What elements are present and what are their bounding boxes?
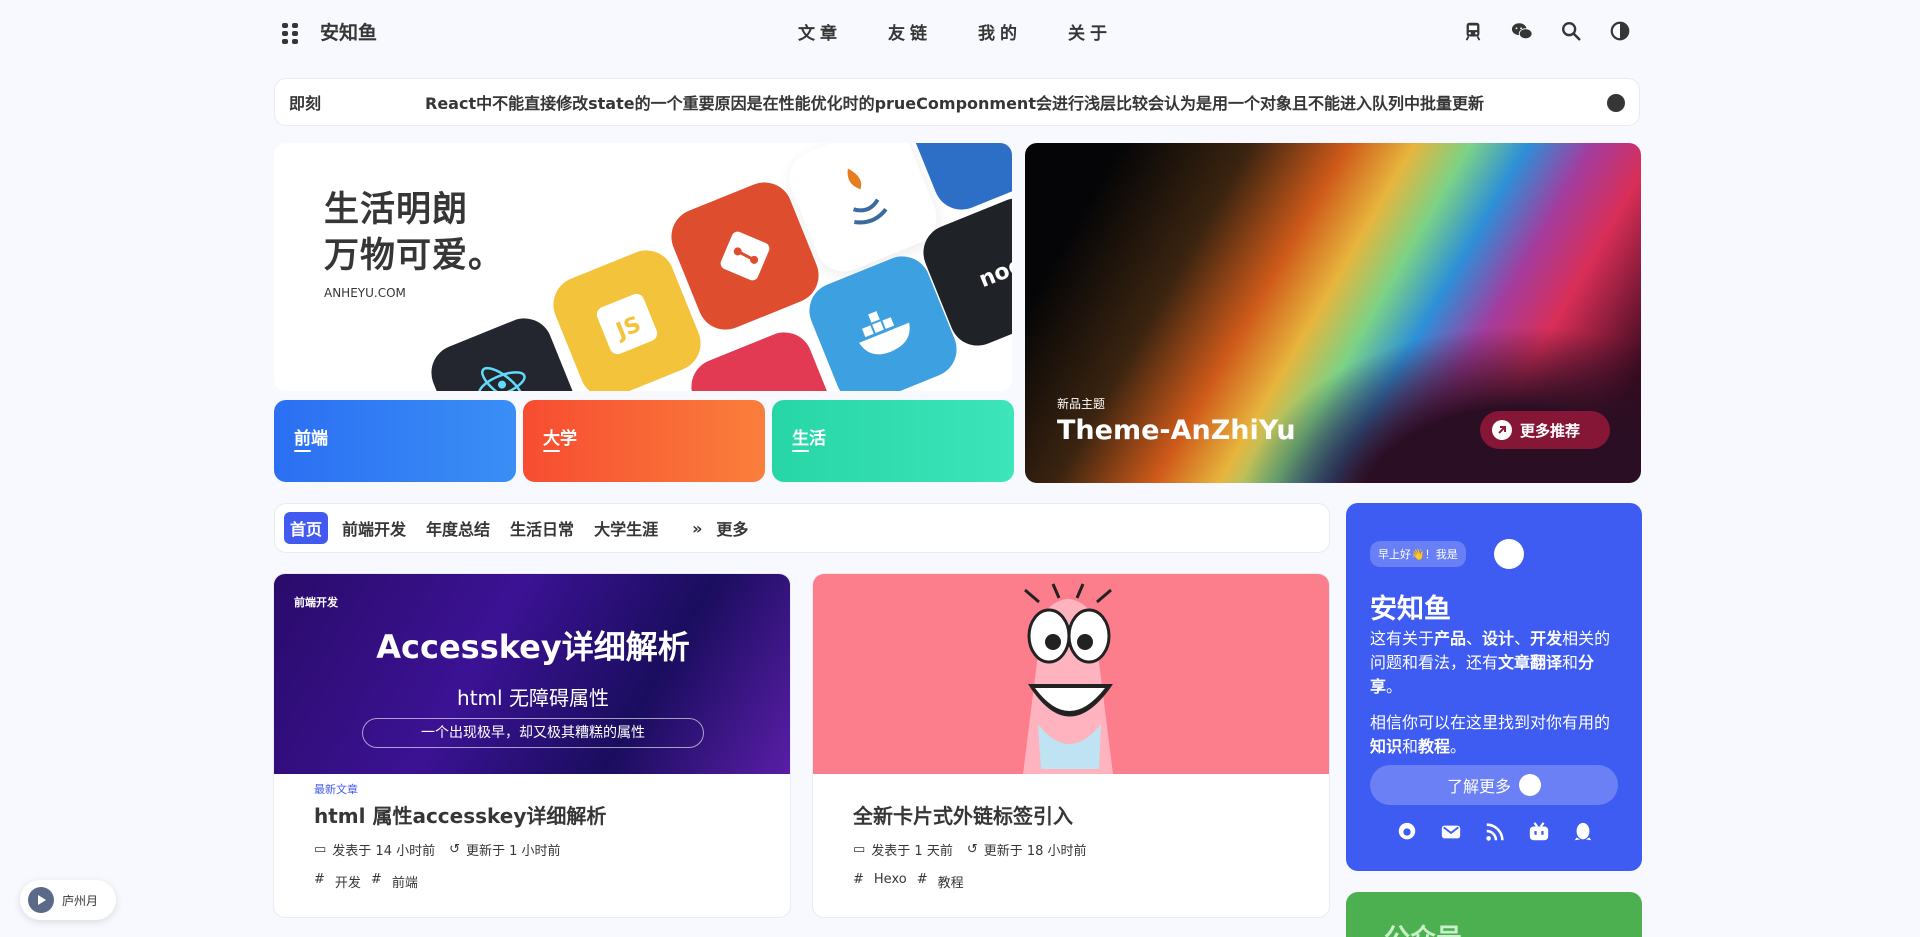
tab-home[interactable]: 首页 bbox=[284, 512, 329, 544]
arrow-up-right-icon bbox=[1492, 420, 1512, 440]
wechat-card-title: 公众号 bbox=[1384, 918, 1462, 937]
featured-subtitle: 新品主题 bbox=[1057, 397, 1106, 411]
post-tags: # Hexo # 教程 bbox=[853, 872, 964, 891]
hero-site-url: ANHEYU.COM bbox=[324, 286, 406, 300]
wechat-icon[interactable] bbox=[1511, 20, 1533, 42]
menu-item-articles[interactable]: 文章 bbox=[798, 19, 842, 44]
featured-title[interactable]: Theme-AnZhiYu bbox=[1057, 415, 1296, 446]
arrow-up-right-icon bbox=[1519, 774, 1541, 796]
hash-icon: # bbox=[916, 872, 928, 887]
menu-item-mine[interactable]: 我的 bbox=[978, 19, 1022, 44]
calendar-icon: ▭ bbox=[314, 842, 327, 857]
news-bar[interactable]: 即刻 React中不能直接修改state的一个重要原因是在性能优化时的prueC… bbox=[274, 78, 1640, 126]
post-cover[interactable]: 前端开发 Accesskey详细解析 html 无障碍属性 一个出现极早，却又极… bbox=[274, 574, 790, 774]
post-updated: 更新于 1 小时前 bbox=[466, 844, 561, 859]
history-icon: ↺ bbox=[966, 842, 978, 857]
tab-life[interactable]: 生活日常 bbox=[504, 512, 580, 544]
play-icon[interactable] bbox=[28, 887, 54, 913]
post-tag[interactable]: 前端 bbox=[392, 872, 418, 891]
hero-slogan-line2: 万物可爱。 bbox=[324, 236, 505, 276]
post-published: 发表于 1 天前 bbox=[871, 844, 953, 859]
post-card[interactable]: 前端开发 Accesskey详细解析 html 无障碍属性 一个出现极早，却又极… bbox=[273, 573, 791, 918]
hero-slogan-line1: 生活明朗 bbox=[324, 190, 469, 230]
post-card[interactable]: 全新卡片式外链标签引入 ▭ 发表于 1 天前 ↺ 更新于 18 小时前 # Hexo … bbox=[812, 573, 1330, 918]
train-icon[interactable] bbox=[1462, 20, 1484, 42]
menu-item-links[interactable]: 友链 bbox=[888, 19, 932, 44]
post-cover[interactable] bbox=[813, 574, 1329, 774]
hash-icon: # bbox=[370, 872, 382, 887]
author-greeting: 早上好👋！我是 bbox=[1370, 541, 1466, 567]
qq-icon[interactable] bbox=[1572, 821, 1594, 843]
tab-annual[interactable]: 年度总结 bbox=[420, 512, 496, 544]
cover-category: 前端开发 bbox=[294, 596, 338, 609]
bilibili-icon[interactable] bbox=[1528, 821, 1550, 843]
site-title[interactable]: 安知鱼 bbox=[320, 18, 377, 45]
menu-grid-icon[interactable] bbox=[282, 22, 298, 44]
post-published: 发表于 14 小时前 bbox=[332, 844, 436, 859]
more-recommend-button[interactable]: 更多推荐 bbox=[1480, 411, 1610, 449]
social-links bbox=[1396, 821, 1594, 843]
category-label: 大学 bbox=[543, 429, 577, 449]
post-tag[interactable]: 开发 bbox=[335, 872, 361, 891]
category-card-university[interactable]: 大学 bbox=[523, 400, 765, 482]
category-underline bbox=[543, 450, 560, 452]
mail-icon[interactable] bbox=[1440, 821, 1462, 843]
news-bar-text[interactable]: React中不能直接修改state的一个重要原因是在性能优化时的prueComp… bbox=[425, 90, 1484, 114]
search-icon[interactable] bbox=[1560, 20, 1582, 42]
double-chevron-icon: » bbox=[692, 518, 703, 538]
music-title: 庐州月 bbox=[62, 893, 99, 908]
top-nav: 安知鱼 文章 友链 我的 关于 bbox=[0, 0, 1920, 62]
music-player[interactable]: 庐州月 bbox=[20, 880, 116, 920]
post-title[interactable]: html 属性accesskey详细解析 bbox=[314, 800, 606, 829]
learn-more-button[interactable]: 了解更多 bbox=[1370, 765, 1618, 805]
tab-more[interactable]: » 更多 bbox=[692, 516, 748, 540]
post-updated: 更新于 18 小时前 bbox=[983, 844, 1087, 859]
avatar[interactable] bbox=[1494, 539, 1524, 569]
svg-text:node: node bbox=[976, 247, 1012, 293]
arrow-right-circle-icon[interactable] bbox=[1607, 94, 1625, 112]
cover-subtitle: html 无障碍属性 bbox=[457, 686, 609, 710]
wechat-card[interactable]: 公众号 bbox=[1346, 892, 1642, 937]
author-description-2: 相信你可以在这里找到对你有用的知识和教程。 bbox=[1370, 713, 1611, 756]
category-card-frontend[interactable]: 前端 bbox=[274, 400, 516, 482]
contrast-icon[interactable] bbox=[1609, 20, 1631, 42]
calendar-icon: ▭ bbox=[853, 842, 866, 857]
more-recommend-label: 更多推荐 bbox=[1520, 421, 1581, 440]
hash-icon: # bbox=[853, 872, 864, 887]
main-menu: 文章 友链 我的 关于 bbox=[798, 19, 1112, 44]
featured-banner[interactable]: 新品主题 Theme-AnZhiYu 更多推荐 bbox=[1025, 143, 1641, 483]
tab-university[interactable]: 大学生涯 bbox=[588, 512, 664, 544]
learn-more-label: 了解更多 bbox=[1446, 777, 1511, 796]
hero-slogan: 生活明朗 万物可爱。 bbox=[324, 187, 504, 279]
patrick-star-icon bbox=[1023, 583, 1113, 774]
github-icon[interactable] bbox=[1396, 821, 1418, 843]
news-bar-label: 即刻 bbox=[289, 94, 322, 113]
post-dates: ▭ 发表于 14 小时前 ↺ 更新于 1 小时前 bbox=[314, 840, 561, 859]
post-title[interactable]: 全新卡片式外链标签引入 bbox=[853, 800, 1073, 829]
post-tag[interactable]: 教程 bbox=[938, 872, 964, 891]
cover-tagline: 一个出现极早，却又极其糟糕的属性 bbox=[362, 718, 704, 748]
post-badge: 最新文章 bbox=[314, 783, 358, 796]
rss-icon[interactable] bbox=[1484, 821, 1506, 843]
category-underline bbox=[792, 450, 809, 452]
post-tag[interactable]: Hexo bbox=[874, 872, 907, 891]
author-description: 这有关于产品、设计、开发相关的问题和看法，还有文章翻译和分享。 bbox=[1370, 629, 1611, 696]
category-underline bbox=[294, 450, 311, 452]
category-card-life[interactable]: 生活 bbox=[772, 400, 1014, 482]
history-icon: ↺ bbox=[449, 842, 461, 857]
hash-icon: # bbox=[314, 872, 325, 887]
menu-item-about[interactable]: 关于 bbox=[1068, 19, 1112, 44]
category-label: 生活 bbox=[792, 429, 826, 449]
category-tabs: 首页 前端开发 年度总结 生活日常 大学生涯 » 更多 bbox=[274, 503, 1330, 553]
author-card: 早上好👋！我是 安知鱼 这有关于产品、设计、开发相关的问题和看法，还有文章翻译和… bbox=[1346, 503, 1642, 871]
author-name: 安知鱼 bbox=[1370, 594, 1451, 625]
post-tags: # 开发 # 前端 bbox=[314, 872, 418, 891]
post-dates: ▭ 发表于 1 天前 ↺ 更新于 18 小时前 bbox=[853, 840, 1087, 859]
tab-frontend[interactable]: 前端开发 bbox=[336, 512, 412, 544]
cover-title: Accesskey详细解析 bbox=[376, 628, 690, 666]
tab-more-label: 更多 bbox=[716, 520, 749, 539]
hero-banner: 生活明朗 万物可爱。 ANHEYU.COM JS node bbox=[274, 143, 1012, 391]
category-label: 前端 bbox=[294, 429, 328, 449]
